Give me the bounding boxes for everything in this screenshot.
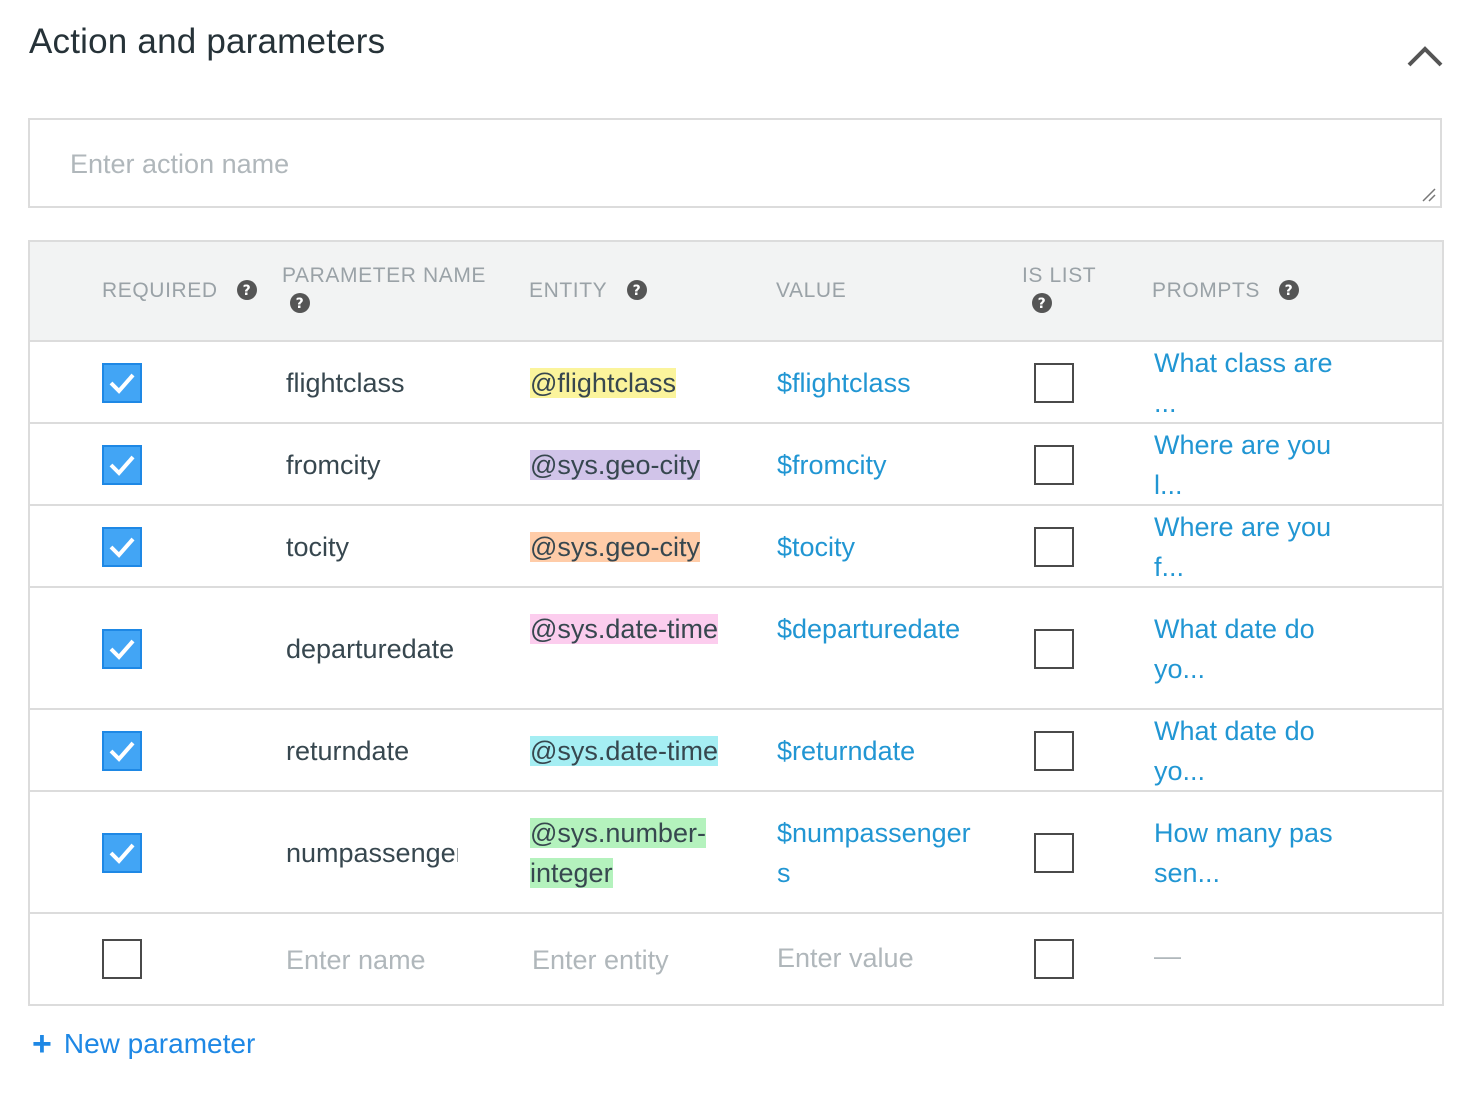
prompt-link[interactable]: What date do yo...	[1154, 609, 1334, 689]
action-name-box	[28, 118, 1442, 208]
required-checkbox[interactable]	[102, 731, 142, 771]
is-list-checkbox[interactable]	[1034, 833, 1074, 873]
table-row[interactable]: flightclass @flightclass $flightclass What …	[30, 342, 1442, 424]
svg-text:?: ?	[1038, 296, 1047, 312]
svg-text:?: ?	[243, 283, 252, 299]
help-icon[interactable]: ?	[1279, 280, 1300, 300]
entity-input[interactable]: Enter entity	[532, 940, 722, 980]
checkmark-icon	[109, 537, 135, 558]
parameter-name[interactable]: returndate	[286, 731, 458, 771]
header-entity: ENTITY ?	[529, 277, 647, 305]
resize-handle-icon[interactable]	[1420, 186, 1436, 202]
checkmark-icon	[109, 639, 135, 660]
table-row[interactable]: numpassengers @sys.number-integer $numpass…	[30, 792, 1442, 914]
entity-cell[interactable]: @flightclass	[530, 363, 720, 403]
help-icon[interactable]: ?	[626, 280, 647, 300]
prompt-link[interactable]: Where are you f...	[1154, 507, 1334, 587]
prompt-link[interactable]: What class are ...	[1154, 343, 1334, 423]
chevron-up-icon	[1407, 46, 1443, 67]
is-list-checkbox[interactable]	[1034, 363, 1074, 403]
prompt-link[interactable]: What date do yo...	[1154, 711, 1334, 791]
prompt-link[interactable]: Where are you l...	[1154, 425, 1334, 505]
value-input[interactable]: Enter value	[777, 938, 977, 978]
help-icon[interactable]: ?	[1032, 293, 1052, 313]
help-icon[interactable]: ?	[290, 293, 310, 313]
required-checkbox[interactable]	[102, 363, 142, 403]
is-list-checkbox[interactable]	[1034, 527, 1074, 567]
parameter-value[interactable]: $departuredate	[777, 609, 977, 649]
entity-cell[interactable]: @sys.geo-city	[530, 527, 720, 567]
entity-cell[interactable]: @sys.number-integer	[530, 813, 720, 893]
header-required: REQUIRED ?	[102, 277, 257, 305]
new-parameter-label: New parameter	[63, 1028, 256, 1059]
parameter-value[interactable]: $returndate	[777, 731, 977, 771]
checkmark-icon	[109, 455, 135, 476]
prompt-empty: —	[1154, 941, 1181, 971]
header-prompts: PROMPTS ?	[1152, 277, 1300, 305]
entity-cell[interactable]: @sys.date-time	[530, 609, 720, 649]
parameter-name[interactable]: flightclass	[286, 363, 458, 403]
entity-chip: @sys.number-integer	[530, 818, 706, 888]
is-list-checkbox[interactable]	[1034, 629, 1074, 669]
required-checkbox[interactable]	[102, 629, 142, 669]
is-list-checkbox[interactable]	[1034, 445, 1074, 485]
entity-chip: @sys.date-time	[530, 736, 718, 766]
entity-cell[interactable]: @sys.geo-city	[530, 445, 720, 485]
help-icon[interactable]: ?	[236, 280, 257, 300]
table-row[interactable]: departuredate @sys.date-time $departuredat…	[30, 588, 1442, 710]
collapse-section-button[interactable]	[1402, 36, 1448, 76]
parameter-name[interactable]: fromcity	[286, 445, 458, 485]
table-header: REQUIRED ? PARAMETER NAME ? ENTITY ? VAL…	[30, 242, 1442, 342]
svg-text:?: ?	[296, 296, 305, 312]
parameter-value[interactable]: $fromcity	[777, 445, 977, 485]
required-checkbox[interactable]	[102, 939, 142, 979]
entity-cell[interactable]: @sys.date-time	[530, 731, 720, 771]
new-parameter-row[interactable]: Enter name Enter entity Enter value —	[30, 914, 1442, 1004]
header-parameter-name: PARAMETER NAME ?	[282, 264, 487, 313]
prompt-link[interactable]: How many passen...	[1154, 813, 1334, 893]
parameter-name[interactable]: departuredate	[286, 629, 458, 669]
parameter-value[interactable]: $flightclass	[777, 363, 977, 403]
checkmark-icon	[109, 843, 135, 864]
required-checkbox[interactable]	[102, 527, 142, 567]
checkmark-icon	[109, 741, 135, 762]
entity-chip: @flightclass	[530, 368, 676, 398]
parameter-value[interactable]: $tocity	[777, 527, 977, 567]
action-name-input[interactable]	[70, 146, 1370, 182]
plus-icon: +	[32, 1025, 52, 1063]
parameters-table: REQUIRED ? PARAMETER NAME ? ENTITY ? VAL…	[28, 240, 1444, 1006]
action-parameters-panel: Action and parameters REQUIRED ? PARAMET…	[0, 0, 1472, 1098]
section-title: Action and parameters	[29, 22, 386, 61]
parameter-name[interactable]: numpassengers	[286, 833, 458, 873]
svg-text:?: ?	[632, 283, 641, 299]
is-list-checkbox[interactable]	[1034, 731, 1074, 771]
is-list-checkbox[interactable]	[1034, 939, 1074, 979]
entity-chip: @sys.geo-city	[530, 450, 700, 480]
new-parameter-button[interactable]: + New parameter	[32, 1024, 255, 1064]
table-row[interactable]: returndate @sys.date-time $returndate What …	[30, 710, 1442, 792]
svg-text:?: ?	[1285, 283, 1294, 299]
entity-chip: @sys.date-time	[530, 614, 718, 644]
parameter-value[interactable]: $numpassengers	[777, 813, 977, 893]
entity-chip: @sys.geo-city	[530, 532, 700, 562]
table-row[interactable]: tocity @sys.geo-city $tocity Where are you …	[30, 506, 1442, 588]
required-checkbox[interactable]	[102, 833, 142, 873]
checkmark-icon	[109, 373, 135, 394]
table-row[interactable]: fromcity @sys.geo-city $fromcity Where are …	[30, 424, 1442, 506]
header-value: VALUE	[776, 279, 847, 302]
name-input[interactable]: Enter name	[286, 940, 458, 980]
header-is-list: IS LIST ?	[1022, 264, 1097, 313]
required-checkbox[interactable]	[102, 445, 142, 485]
parameter-name[interactable]: tocity	[286, 527, 458, 567]
